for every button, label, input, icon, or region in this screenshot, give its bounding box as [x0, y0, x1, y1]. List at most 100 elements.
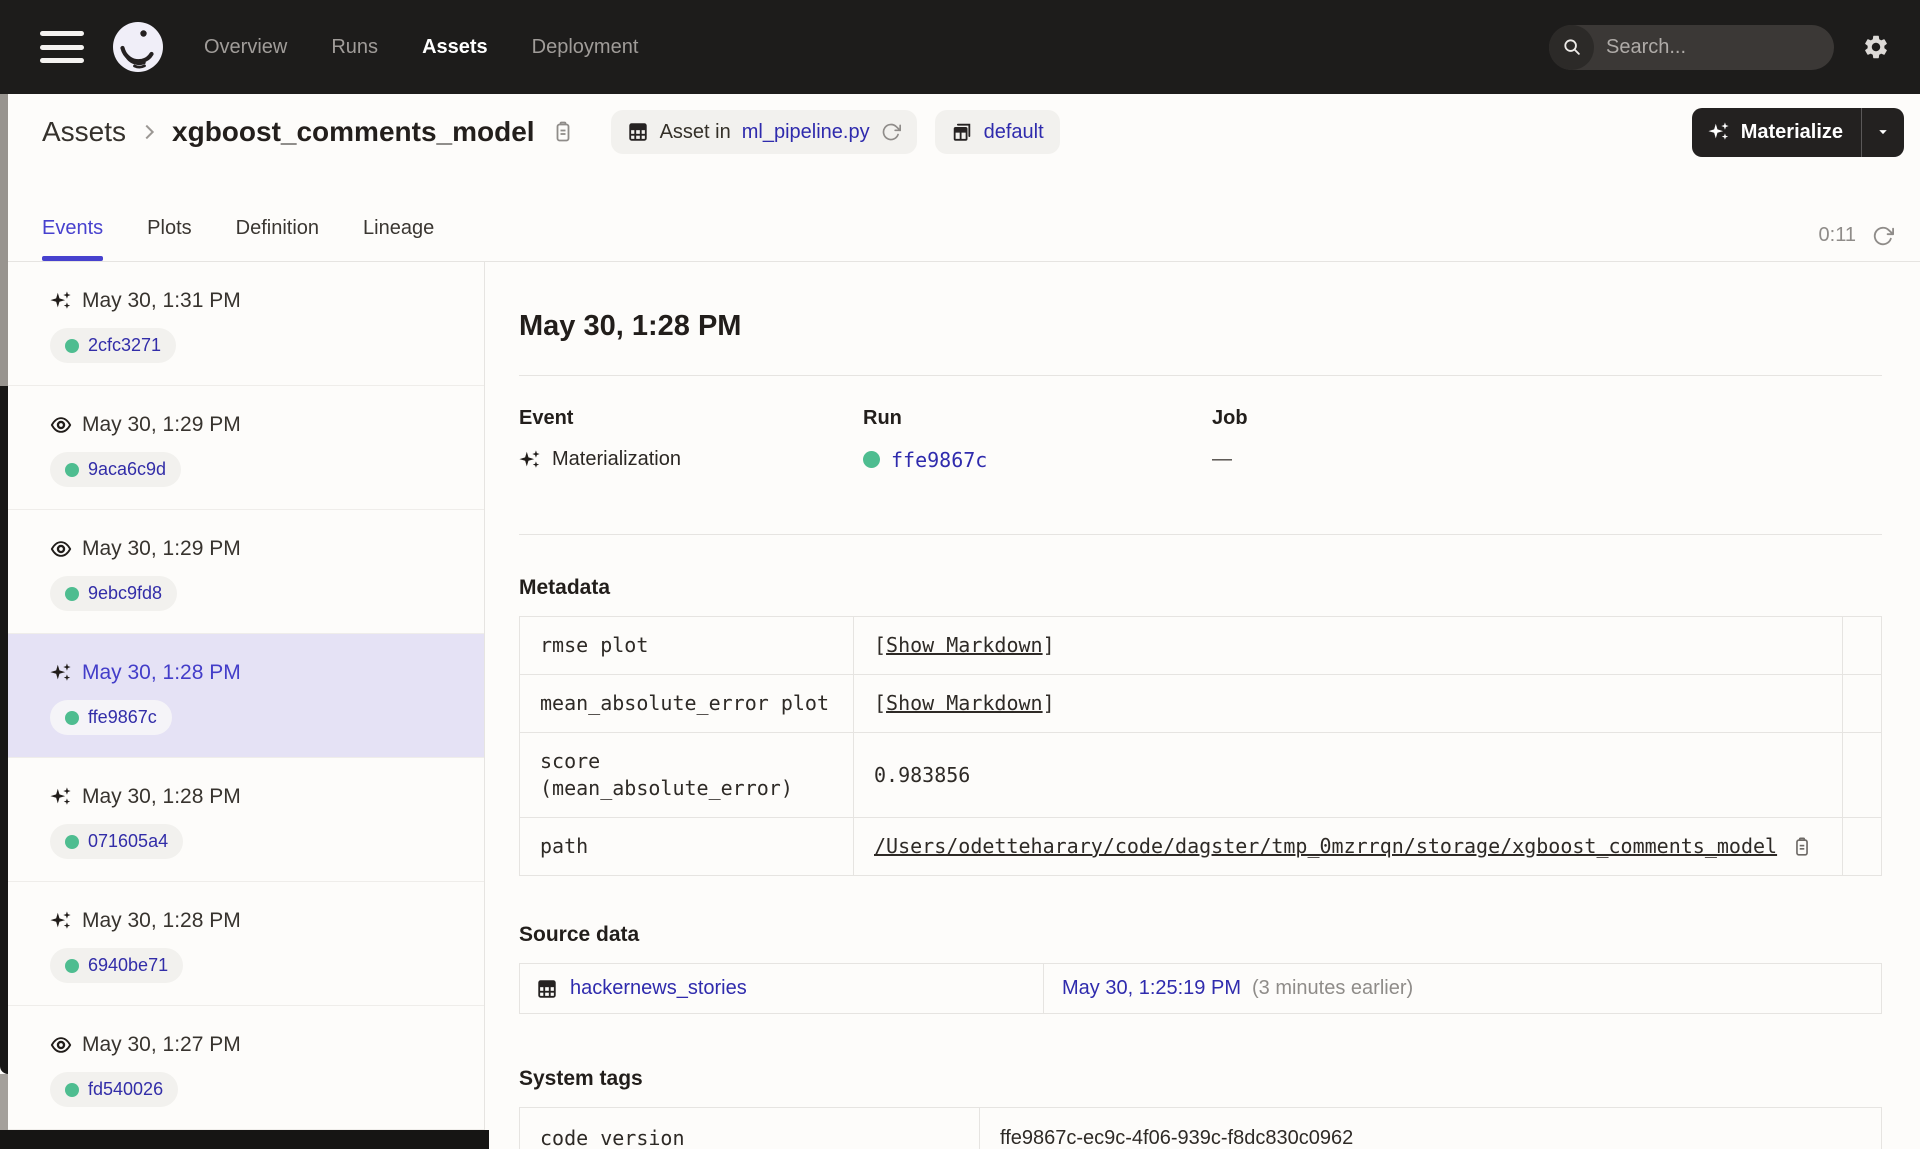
asset-group-prefix: Asset in: [659, 120, 731, 143]
source-data-table: hackernews_stories May 30, 1:25:19 PM (3…: [519, 963, 1882, 1014]
menu-icon[interactable]: [40, 31, 84, 63]
run-id-badge[interactable]: 071605a4: [50, 824, 184, 859]
event-detail-panel: May 30, 1:28 PM Event Materialization Ru…: [485, 262, 1920, 1149]
source-asset-link[interactable]: hackernews_stories: [570, 977, 747, 1000]
search-box[interactable]: /: [1549, 24, 1834, 70]
background-window-edge: [0, 94, 8, 386]
run-id: 9aca6c9d: [88, 459, 167, 479]
background-window-bottom-edge: [0, 1130, 489, 1149]
asset-group-default-badge[interactable]: default: [934, 110, 1060, 154]
source-data-heading: Source data: [519, 923, 640, 946]
event-list-item[interactable]: May 30, 1:27 PM fd540026: [8, 1006, 484, 1130]
run-label: Run: [863, 407, 902, 429]
run-id-badge[interactable]: fd540026: [50, 1072, 179, 1107]
code-location-icon: [627, 121, 649, 143]
materialize-button[interactable]: Materialize: [1692, 108, 1861, 157]
storage-path-link[interactable]: /Users/odetteharary/code/dagster/tmp_0mz…: [874, 833, 1777, 860]
event-list-item[interactable]: May 30, 1:29 PM 9ebc9fd8: [8, 510, 484, 634]
run-id-badge[interactable]: 6940be71: [50, 948, 184, 983]
metadata-table: rmse plot [Show Markdown] mean_absolute_…: [519, 616, 1882, 876]
run-id-badge[interactable]: 9aca6c9d: [50, 452, 182, 487]
run-status-dot: [65, 1082, 79, 1097]
tab-events[interactable]: Events: [42, 217, 104, 261]
event-list-item[interactable]: May 30, 1:28 PM 6940be71: [8, 882, 484, 1006]
nav-links: Overview Runs Assets Deployment: [204, 36, 638, 59]
run-id: fd540026: [88, 1079, 164, 1099]
run-status-dot: [65, 586, 79, 601]
run-id-link[interactable]: ffe9867c: [891, 448, 987, 472]
dagster-logo[interactable]: [112, 21, 164, 73]
event-timestamp: May 30, 1:27 PM: [82, 1033, 241, 1056]
metadata-heading: Metadata: [519, 576, 611, 599]
table-row: mean_absolute_error plot [Show Markdown]: [520, 674, 1881, 732]
search-input[interactable]: [1594, 35, 1834, 59]
metadata-key: rmse plot: [520, 617, 854, 674]
system-tags-table: code_version ffe9867c-ec9c-4f06-939c-f8d…: [519, 1107, 1882, 1149]
metadata-key: path: [520, 818, 854, 875]
tab-definition[interactable]: Definition: [236, 217, 319, 261]
refresh-timer: 0:11: [1818, 224, 1856, 246]
observation-icon: [50, 538, 72, 560]
event-type-value: Materialization: [552, 448, 681, 470]
run-id: ffe9867c: [88, 707, 157, 727]
chevron-right-icon: [138, 121, 160, 143]
run-id: 071605a4: [88, 831, 169, 851]
run-id-badge[interactable]: ffe9867c: [50, 700, 172, 735]
source-timestamp-link[interactable]: May 30, 1:25:19 PM: [1062, 977, 1241, 1000]
chevron-down-icon: [1879, 130, 1887, 135]
search-icon: [1549, 24, 1594, 70]
show-markdown-link[interactable]: [Show Markdown]: [874, 690, 1055, 717]
job-value: —: [1212, 448, 1232, 470]
nav-link-deployment[interactable]: Deployment: [532, 36, 639, 59]
reload-location-icon[interactable]: [881, 122, 901, 142]
materialization-icon: [50, 290, 72, 312]
code-location-link[interactable]: ml_pipeline.py: [742, 121, 870, 144]
event-timestamp: May 30, 1:28 PM: [82, 661, 241, 684]
tab-plots[interactable]: Plots: [147, 217, 191, 261]
nav-link-assets[interactable]: Assets: [422, 36, 488, 59]
refresh-icon[interactable]: [1872, 225, 1894, 247]
gear-icon[interactable]: [1862, 33, 1890, 61]
metadata-key: score (mean_absolute_error): [520, 733, 854, 817]
run-id: 6940be71: [88, 955, 169, 975]
metadata-key: mean_absolute_error plot: [520, 675, 854, 732]
materialize-dropdown-button[interactable]: [1862, 108, 1904, 157]
event-timestamp: May 30, 1:28 PM: [82, 909, 241, 932]
background-window-edge: [0, 386, 8, 1074]
copy-path-icon[interactable]: [1791, 836, 1813, 858]
run-id-badge[interactable]: 2cfc3271: [50, 328, 177, 363]
table-row: code_version ffe9867c-ec9c-4f06-939c-f8d…: [520, 1108, 1881, 1149]
observation-icon: [50, 1034, 72, 1056]
run-status-dot: [65, 710, 79, 725]
copy-asset-name-icon[interactable]: [551, 120, 575, 144]
event-list-item[interactable]: May 30, 1:31 PM 2cfc3271: [8, 262, 484, 386]
run-status-dot: [65, 834, 79, 849]
run-status-dot: [863, 451, 880, 468]
asset-table-icon: [536, 978, 558, 1000]
event-timestamp: May 30, 1:31 PM: [82, 289, 241, 312]
run-status-dot: [65, 462, 79, 477]
nav-link-runs[interactable]: Runs: [331, 36, 378, 59]
event-list: May 30, 1:31 PM 2cfc3271 May 30, 1:29 PM…: [8, 262, 485, 1149]
event-detail-title: May 30, 1:28 PM: [519, 310, 742, 342]
event-list-item[interactable]: May 30, 1:28 PM 071605a4: [8, 758, 484, 882]
asset-group-badge[interactable]: Asset in ml_pipeline.py: [610, 110, 917, 154]
materialization-icon: [50, 910, 72, 932]
event-list-item-selected[interactable]: May 30, 1:28 PM ffe9867c: [8, 634, 484, 758]
nav-link-overview[interactable]: Overview: [204, 36, 287, 59]
event-list-item[interactable]: May 30, 1:29 PM 9aca6c9d: [8, 386, 484, 510]
system-tags-heading: System tags: [519, 1067, 643, 1090]
events-page-body: May 30, 1:31 PM 2cfc3271 May 30, 1:29 PM…: [8, 262, 1920, 1149]
run-id-badge[interactable]: 9ebc9fd8: [50, 576, 178, 611]
event-timestamp: May 30, 1:29 PM: [82, 413, 241, 436]
materialization-icon: [50, 786, 72, 808]
default-group-link[interactable]: default: [984, 121, 1044, 144]
run-id: 9ebc9fd8: [88, 583, 163, 603]
tab-lineage[interactable]: Lineage: [363, 217, 434, 261]
run-status-dot: [65, 338, 79, 353]
job-label: Job: [1212, 407, 1248, 429]
observation-icon: [50, 414, 72, 436]
show-markdown-link[interactable]: [Show Markdown]: [874, 632, 1055, 659]
breadcrumb-assets-link[interactable]: Assets: [42, 116, 126, 148]
metadata-score-value: 0.983856: [874, 762, 971, 787]
